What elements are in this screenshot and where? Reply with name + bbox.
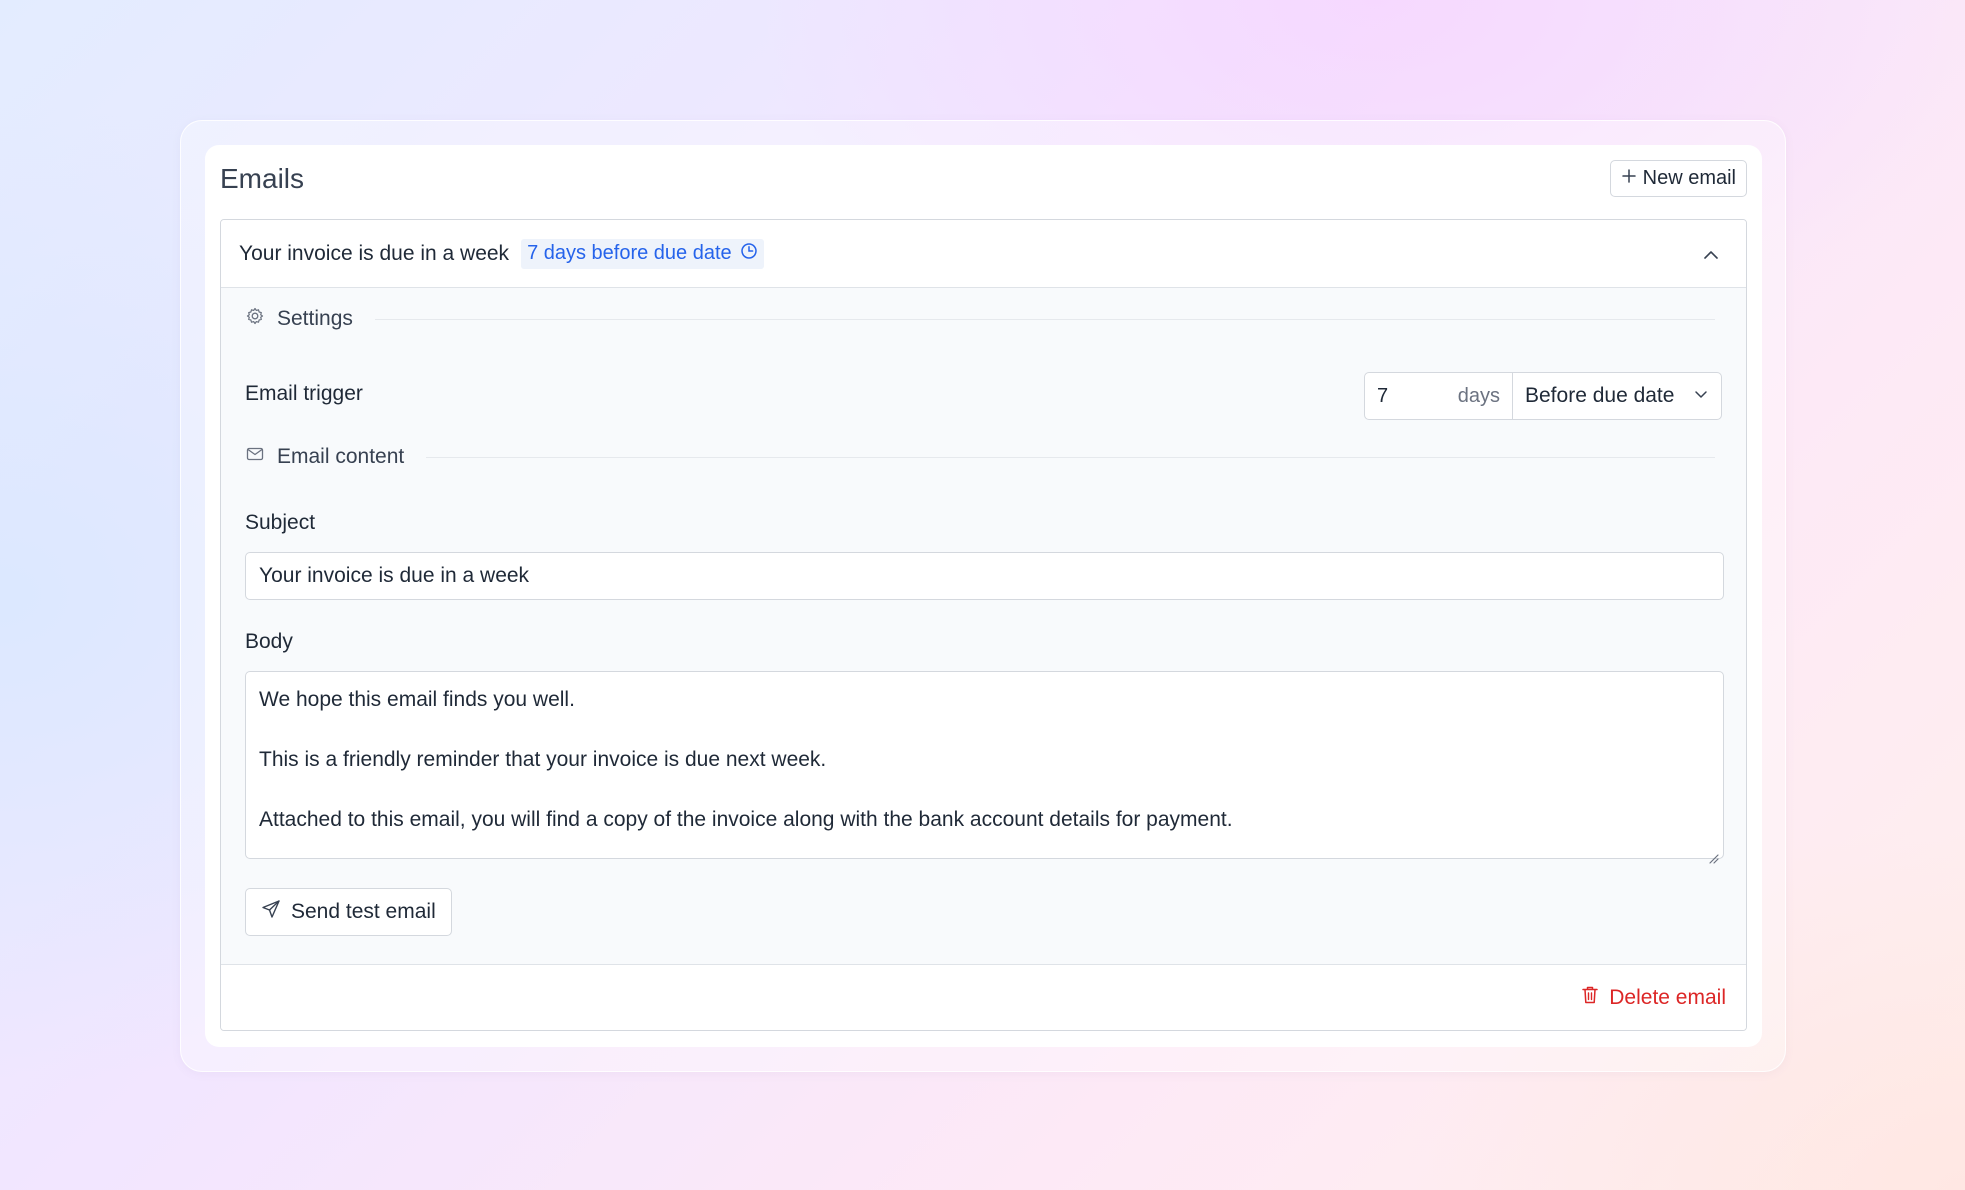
delete-email-button[interactable]: Delete email bbox=[1581, 985, 1726, 1011]
emails-card: Emails New email Your invoice is due in … bbox=[205, 145, 1762, 1047]
settings-label: Settings bbox=[277, 307, 353, 330]
resize-handle-icon[interactable] bbox=[1707, 843, 1719, 864]
email-content-section-header: Email content bbox=[245, 444, 1715, 470]
delete-email-label: Delete email bbox=[1609, 986, 1726, 1009]
body-label: Body bbox=[245, 630, 293, 653]
email-panel-header[interactable]: Your invoice is due in a week 7 days bef… bbox=[221, 220, 1746, 288]
badge-label: 7 days before due date bbox=[527, 242, 732, 264]
body-line: We hope this email finds you well. bbox=[259, 688, 575, 711]
gear-icon bbox=[245, 306, 265, 332]
subject-label: Subject bbox=[245, 511, 316, 534]
settings-section-header: Settings bbox=[245, 306, 1715, 332]
body-line bbox=[259, 775, 1710, 805]
email-panel: Your invoice is due in a week 7 days bef… bbox=[220, 219, 1747, 1031]
clock-icon bbox=[740, 242, 758, 266]
body-textarea[interactable]: We hope this email finds you well. This … bbox=[245, 671, 1724, 864]
chevron-up-icon[interactable] bbox=[1702, 246, 1720, 264]
new-email-label: New email bbox=[1642, 167, 1736, 189]
mail-icon bbox=[245, 444, 265, 470]
send-test-email-button[interactable]: Send test email bbox=[245, 888, 452, 936]
body-line: This is a friendly reminder that your in… bbox=[259, 748, 827, 771]
days-input[interactable]: 7 days bbox=[1365, 373, 1513, 419]
timing-selected: Before due date bbox=[1525, 384, 1675, 407]
trigger-input-group: 7 days Before due date bbox=[1364, 372, 1722, 420]
body-line bbox=[259, 715, 1710, 745]
timing-select[interactable]: Before due date bbox=[1513, 373, 1721, 419]
page-title: Emails bbox=[220, 163, 305, 194]
email-panel-body: Settings Email trigger 7 days Before due… bbox=[221, 288, 1746, 964]
trash-icon bbox=[1581, 985, 1599, 1011]
send-icon bbox=[261, 899, 281, 925]
section-divider bbox=[374, 318, 1715, 320]
days-value: 7 bbox=[1377, 384, 1389, 407]
subject-input[interactable]: Your invoice is due in a week bbox=[245, 552, 1724, 600]
section-divider bbox=[426, 456, 1715, 458]
subject-value: Your invoice is due in a week bbox=[259, 564, 530, 587]
chevron-down-icon bbox=[1693, 384, 1709, 408]
days-unit: days bbox=[1457, 384, 1500, 407]
email-title: Your invoice is due in a week bbox=[239, 241, 510, 265]
schedule-badge: 7 days before due date bbox=[521, 238, 764, 269]
email-trigger-label: Email trigger bbox=[245, 382, 363, 405]
email-content-label: Email content bbox=[277, 445, 405, 468]
email-panel-footer: Delete email bbox=[221, 964, 1746, 1030]
outer-frame: Emails New email Your invoice is due in … bbox=[180, 120, 1786, 1072]
send-test-email-label: Send test email bbox=[291, 900, 436, 923]
body-line: Attached to this email, you will find a … bbox=[259, 808, 1233, 831]
new-email-button[interactable]: New email bbox=[1609, 160, 1747, 197]
plus-icon bbox=[1621, 167, 1637, 190]
